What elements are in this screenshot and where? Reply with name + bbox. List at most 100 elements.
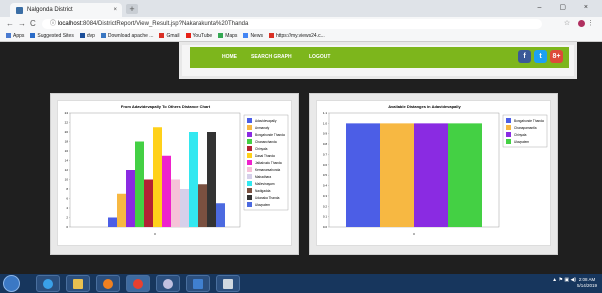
- explorer-taskbar-icon[interactable]: [66, 275, 90, 292]
- forward-button[interactable]: →: [18, 19, 26, 28]
- bookmark-star-icon[interactable]: ☆: [564, 20, 570, 27]
- bookmark-item[interactable]: dvp: [79, 31, 95, 41]
- legend-label: Chananchanda: [255, 140, 277, 144]
- legend-label: Dasai Thanda: [255, 154, 275, 158]
- browser-toolbar: ← → C ⓘ localhost:8084/DistrictReport/Vi…: [0, 17, 602, 31]
- y-tick-label: 16: [65, 149, 69, 153]
- bookmark-label: dvp: [86, 33, 95, 39]
- bar-jalkalvudu-thanda: [162, 155, 171, 227]
- window-controls[interactable]: – ▢ ×: [538, 3, 596, 11]
- nav-home-link[interactable]: HOME: [222, 54, 237, 60]
- legend-label: Chinyala: [255, 147, 268, 151]
- app2-taskbar-icon[interactable]: [186, 275, 210, 292]
- bookmark-icon: [30, 33, 36, 39]
- extension-icon[interactable]: [578, 19, 586, 27]
- url-path: :8084/DistrictReport/View_Result.jsp?Nak…: [81, 21, 249, 27]
- y-tick-label: 22: [65, 121, 69, 125]
- legend-swatch: [247, 125, 252, 130]
- tab-title: Nalgonda District: [27, 7, 73, 13]
- bookmark-icon: [185, 33, 191, 39]
- y-tick-label: 0.5: [323, 173, 328, 177]
- y-tick-label: 0.6: [323, 163, 328, 167]
- x-axis-label: 0: [413, 232, 415, 236]
- y-tick-label: 0.0: [323, 225, 328, 229]
- bookmark-label: https://my.views24.c...: [275, 33, 325, 39]
- bookmark-item[interactable]: Maps: [218, 31, 237, 41]
- bookmark-item[interactable]: Suggested Sites: [30, 31, 74, 41]
- bookmark-item[interactable]: Apps: [6, 31, 24, 41]
- legend-label: Mahadhara: [255, 175, 271, 179]
- bookmark-item[interactable]: https://my.views24.c...: [268, 31, 325, 41]
- legend-swatch: [247, 153, 252, 158]
- taskbar-clock[interactable]: 2:08 AM 5/14/2019: [577, 277, 597, 289]
- distance-chart-frame: From Adavidevapally To Others Distance C…: [57, 100, 292, 246]
- bookmark-item[interactable]: Gmail: [159, 31, 180, 41]
- bookmark-item[interactable]: Download apache ...: [100, 31, 153, 41]
- bar-chanapamantla: [380, 123, 414, 227]
- app-taskbar-icon[interactable]: [156, 275, 180, 292]
- y-tick-label: 0.4: [323, 184, 328, 188]
- close-tab-icon[interactable]: ×: [113, 7, 117, 13]
- bar-mallevinayam: [189, 132, 198, 227]
- bar-bongahunde-thanda: [126, 170, 135, 227]
- bookmark-label: Gmail: [166, 33, 180, 39]
- y-tick-label: 0.8: [323, 142, 328, 146]
- distance-bar-chart: From Adavidevapally To Others Distance C…: [65, 104, 289, 236]
- site-info-icon[interactable]: ⓘ: [50, 21, 56, 27]
- ie-taskbar-icon[interactable]: [36, 275, 60, 292]
- bookmark-item[interactable]: News: [243, 31, 263, 41]
- browser-tabbar: Nalgonda District × + – ▢ ×: [0, 0, 602, 17]
- chrome-taskbar-icon[interactable]: [126, 275, 150, 292]
- legend-label: Adavidevapally: [255, 119, 277, 123]
- bookmark-label: News: [250, 33, 263, 39]
- legend-swatch: [247, 146, 252, 151]
- legend-label: Chinyala: [514, 133, 527, 137]
- page-favicon-icon: [16, 6, 23, 14]
- y-tick-label: 6: [66, 197, 68, 201]
- bookmark-item[interactable]: YouTube: [185, 31, 212, 41]
- bar-nadigadda: [198, 184, 207, 227]
- legend-label: Chanapamantla: [514, 126, 537, 130]
- legend-label: Ulavpalem: [514, 140, 529, 144]
- bookmarks-bar: Apps Suggested Sites dvp Download apache ..…: [0, 31, 602, 42]
- twitter-icon[interactable]: t: [534, 50, 547, 63]
- browser-menu-icon[interactable]: ⋮: [587, 20, 594, 27]
- y-tick-label: 10: [65, 178, 69, 182]
- browser-tab[interactable]: Nalgonda District ×: [10, 3, 122, 17]
- legend-swatch: [247, 174, 252, 179]
- legend-swatch: [247, 167, 252, 172]
- legend-label: Bongahunde Thanda: [255, 133, 285, 137]
- bookmark-icon: [6, 33, 11, 39]
- legend-swatch: [247, 139, 252, 144]
- new-tab-button[interactable]: +: [126, 4, 138, 14]
- chart-title: From Adavidevapally To Others Distance C…: [121, 104, 211, 109]
- legend-label: Bongahunde Thanda: [514, 119, 544, 123]
- bar-bongahunde-thanda: [346, 123, 380, 227]
- available-chart-frame: Available Distanges in Adavidevapally 0.0…: [316, 100, 551, 246]
- bookmark-label: Suggested Sites: [37, 33, 74, 39]
- googleplus-icon[interactable]: 8+: [550, 50, 563, 63]
- facebook-icon[interactable]: f: [518, 50, 531, 63]
- bookmark-icon: [243, 33, 249, 39]
- bar-adavidevapally: [108, 217, 117, 227]
- header-panel: HOME SEARCH GRAPH LOGOUT f t 8+: [179, 42, 577, 79]
- legend-label: Anmanaly: [255, 126, 270, 130]
- y-tick-label: 24: [65, 111, 69, 115]
- bar-ulavpalem: [448, 123, 482, 227]
- legend-swatch: [247, 118, 252, 123]
- top-navbar: HOME SEARCH GRAPH LOGOUT f t 8+: [190, 47, 569, 68]
- reload-button[interactable]: C: [30, 19, 36, 28]
- system-tray-icons[interactable]: ▲ ⚑ ▣ ◀): [552, 277, 576, 283]
- y-tick-label: 18: [65, 140, 69, 144]
- y-tick-label: 0.7: [323, 152, 328, 156]
- nav-logout-link[interactable]: LOGOUT: [309, 54, 330, 60]
- media-player-taskbar-icon[interactable]: [96, 275, 120, 292]
- address-bar[interactable]: ⓘ localhost:8084/DistrictReport/View_Res…: [42, 19, 542, 29]
- y-tick-label: 20: [65, 130, 69, 134]
- nav-search-graph-link[interactable]: SEARCH GRAPH: [251, 54, 292, 60]
- y-tick-label: 2: [66, 216, 68, 220]
- app3-taskbar-icon[interactable]: [216, 275, 240, 292]
- y-tick-label: 14: [65, 159, 69, 163]
- start-button[interactable]: [3, 275, 20, 292]
- back-button[interactable]: ←: [6, 19, 14, 28]
